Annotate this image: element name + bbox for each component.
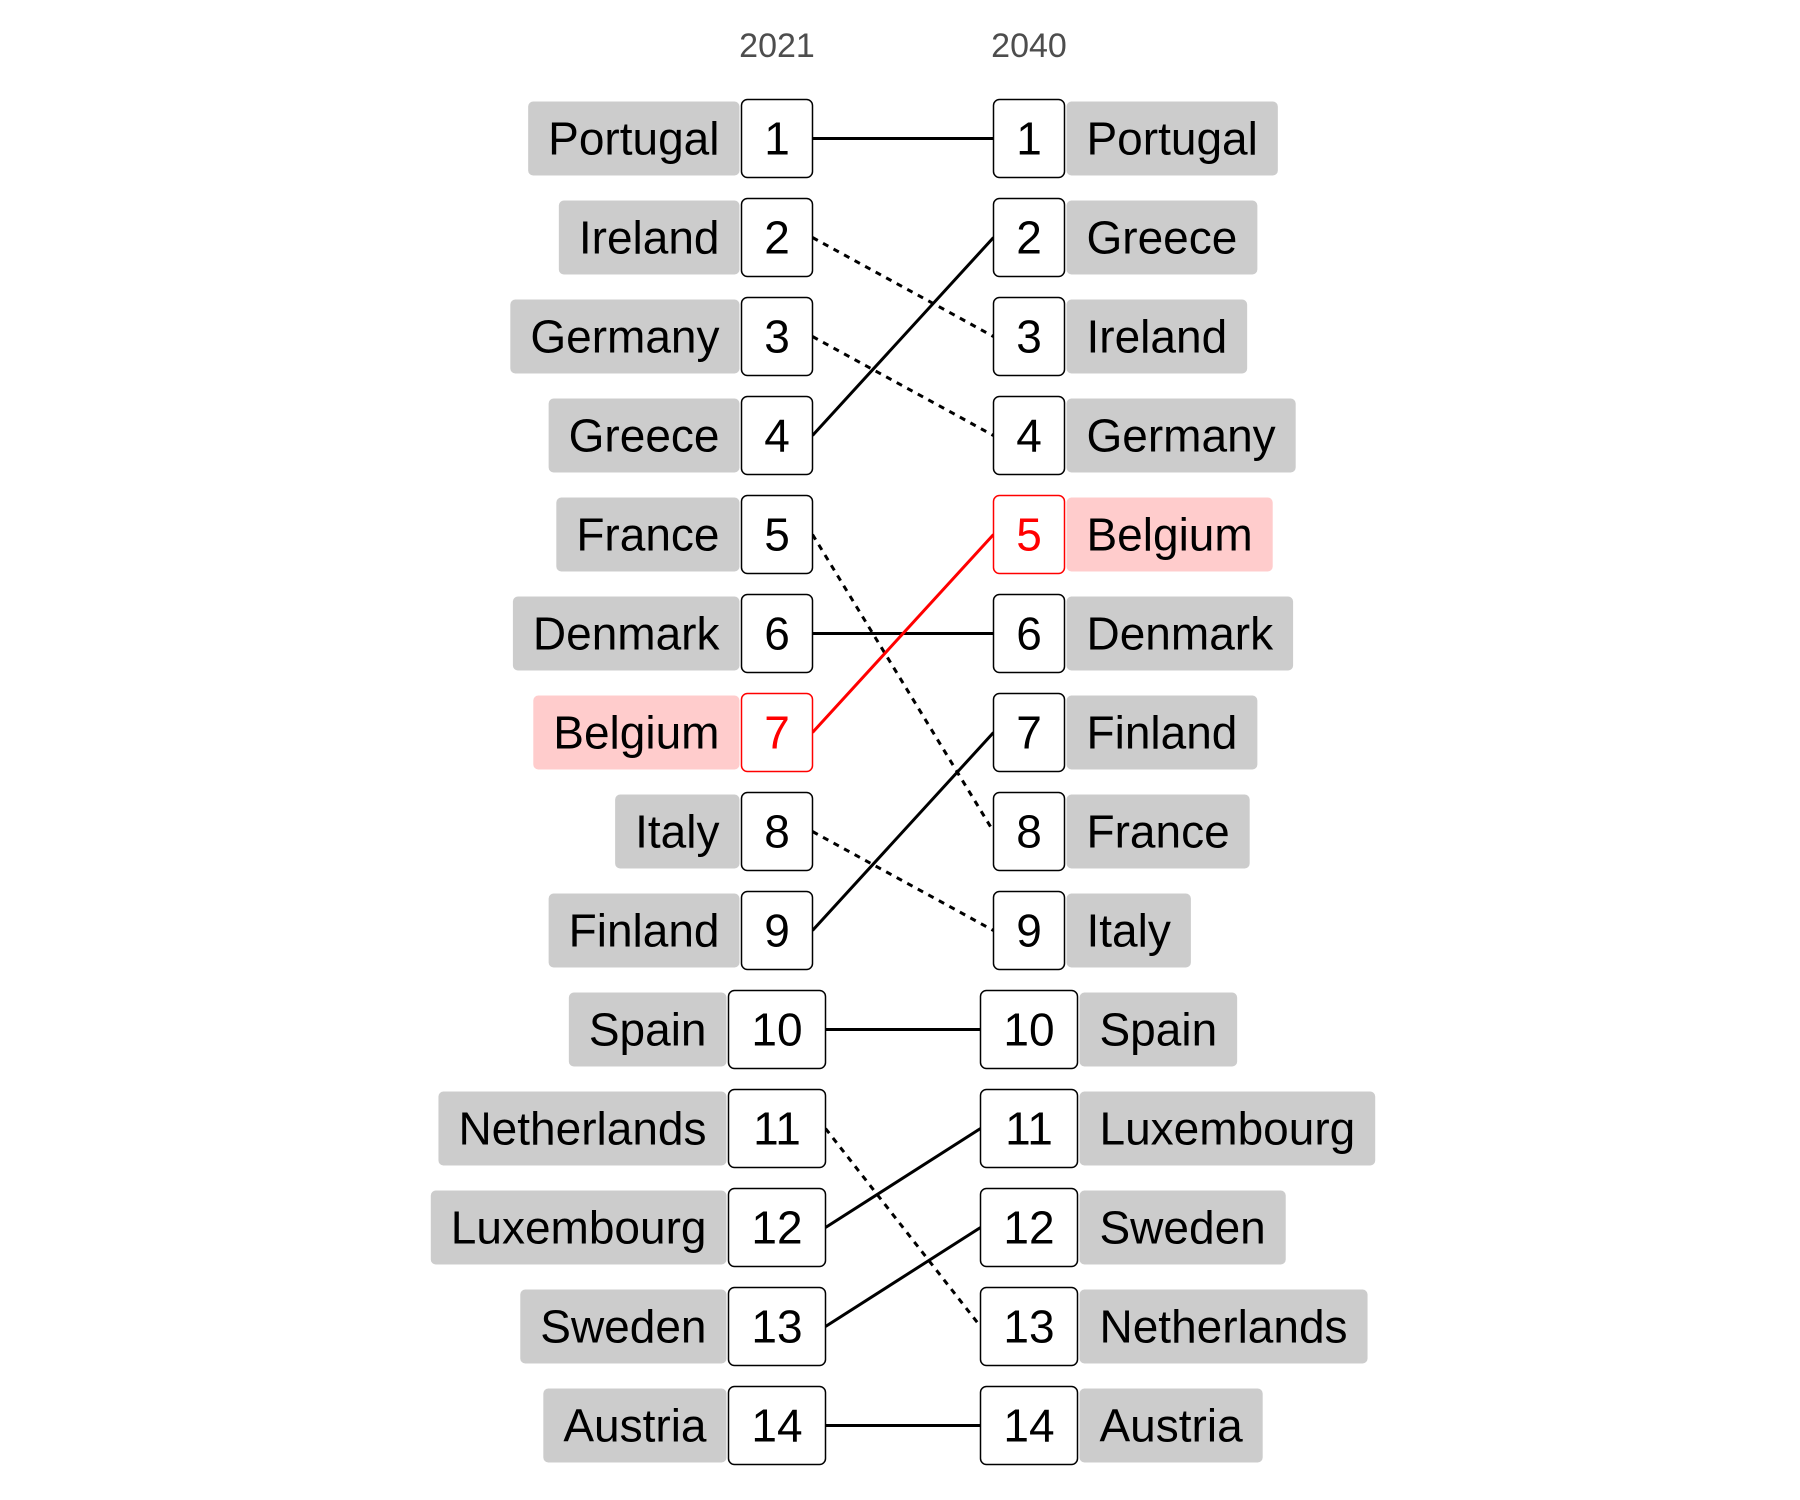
rank-number-right-3: 3 <box>1016 311 1042 363</box>
connector-france <box>811 533 995 833</box>
country-label-left-greece: Greece <box>569 410 720 462</box>
year-label-2040: 2040 <box>991 27 1067 65</box>
rank-number-left-4: 4 <box>764 410 790 462</box>
country-label-right-greece: Greece <box>1087 212 1238 264</box>
rank-number-right-14: 14 <box>1003 1400 1054 1452</box>
country-label-right-austria: Austria <box>1100 1400 1244 1452</box>
country-label-left-portugal: Portugal <box>548 113 719 165</box>
rank-number-left-1: 1 <box>764 113 790 165</box>
rank-number-left-9: 9 <box>764 905 790 957</box>
country-label-right-spain: Spain <box>1100 1004 1218 1056</box>
country-label-left-austria: Austria <box>563 1400 707 1452</box>
rank-number-left-2: 2 <box>764 212 790 264</box>
rank-number-left-6: 6 <box>764 608 790 660</box>
country-label-left-belgium: Belgium <box>553 707 719 759</box>
country-label-right-france: France <box>1087 806 1230 858</box>
connector-italy <box>811 830 995 932</box>
rank-number-left-11: 11 <box>753 1103 801 1155</box>
rank-number-left-14: 14 <box>751 1400 802 1452</box>
country-label-left-ireland: Ireland <box>579 212 720 264</box>
rank-number-right-12: 12 <box>1003 1202 1054 1254</box>
country-label-left-spain: Spain <box>589 1004 707 1056</box>
country-label-right-belgium: Belgium <box>1087 509 1253 561</box>
country-label-left-italy: Italy <box>635 806 719 858</box>
connector-ireland <box>811 236 995 338</box>
rank-number-right-13: 13 <box>1003 1301 1054 1353</box>
rank-number-right-9: 9 <box>1016 905 1042 957</box>
country-label-right-italy: Italy <box>1087 905 1171 957</box>
connector-greece <box>811 236 995 437</box>
country-label-right-portugal: Portugal <box>1087 113 1258 165</box>
rank-number-right-2: 2 <box>1016 212 1042 264</box>
rank-number-left-8: 8 <box>764 806 790 858</box>
country-label-right-netherlands: Netherlands <box>1100 1301 1348 1353</box>
country-label-left-france: France <box>576 509 719 561</box>
rank-number-right-4: 4 <box>1016 410 1042 462</box>
country-label-left-denmark: Denmark <box>533 608 721 660</box>
country-label-right-denmark: Denmark <box>1087 608 1275 660</box>
country-label-right-finland: Finland <box>1087 707 1238 759</box>
rank-number-right-11: 11 <box>1005 1103 1053 1155</box>
country-label-left-luxembourg: Luxembourg <box>451 1202 707 1254</box>
rank-number-right-8: 8 <box>1016 806 1042 858</box>
country-label-right-ireland: Ireland <box>1087 311 1228 363</box>
connector-germany <box>811 335 995 437</box>
rank-number-right-6: 6 <box>1016 608 1042 660</box>
country-label-left-netherlands: Netherlands <box>458 1103 706 1155</box>
rank-number-left-12: 12 <box>751 1202 802 1254</box>
rank-number-right-1: 1 <box>1016 113 1042 165</box>
country-label-right-luxembourg: Luxembourg <box>1100 1103 1356 1155</box>
connector-sweden <box>824 1226 982 1328</box>
country-label-left-finland: Finland <box>569 905 720 957</box>
connector-finland <box>811 731 995 932</box>
connector-netherlands <box>824 1127 982 1328</box>
year-label-2021: 2021 <box>739 27 815 65</box>
rank-number-right-5: 5 <box>1016 509 1042 561</box>
rank-number-left-3: 3 <box>764 311 790 363</box>
country-label-right-germany: Germany <box>1087 410 1276 462</box>
country-label-left-germany: Germany <box>530 311 719 363</box>
rank-number-right-7: 7 <box>1016 707 1042 759</box>
rank-number-left-13: 13 <box>751 1301 802 1353</box>
rank-number-right-10: 10 <box>1003 1004 1054 1056</box>
rank-number-left-7: 7 <box>764 707 790 759</box>
country-label-left-sweden: Sweden <box>540 1301 706 1353</box>
country-label-right-sweden: Sweden <box>1100 1202 1266 1254</box>
bump-chart: 2021 2040 Portugal 1 Ireland 2 Germany 3 Greece 4… <box>430 27 1376 1466</box>
rank-number-left-5: 5 <box>764 509 790 561</box>
rank-number-left-10: 10 <box>751 1004 802 1056</box>
connector-luxembourg <box>824 1127 982 1229</box>
